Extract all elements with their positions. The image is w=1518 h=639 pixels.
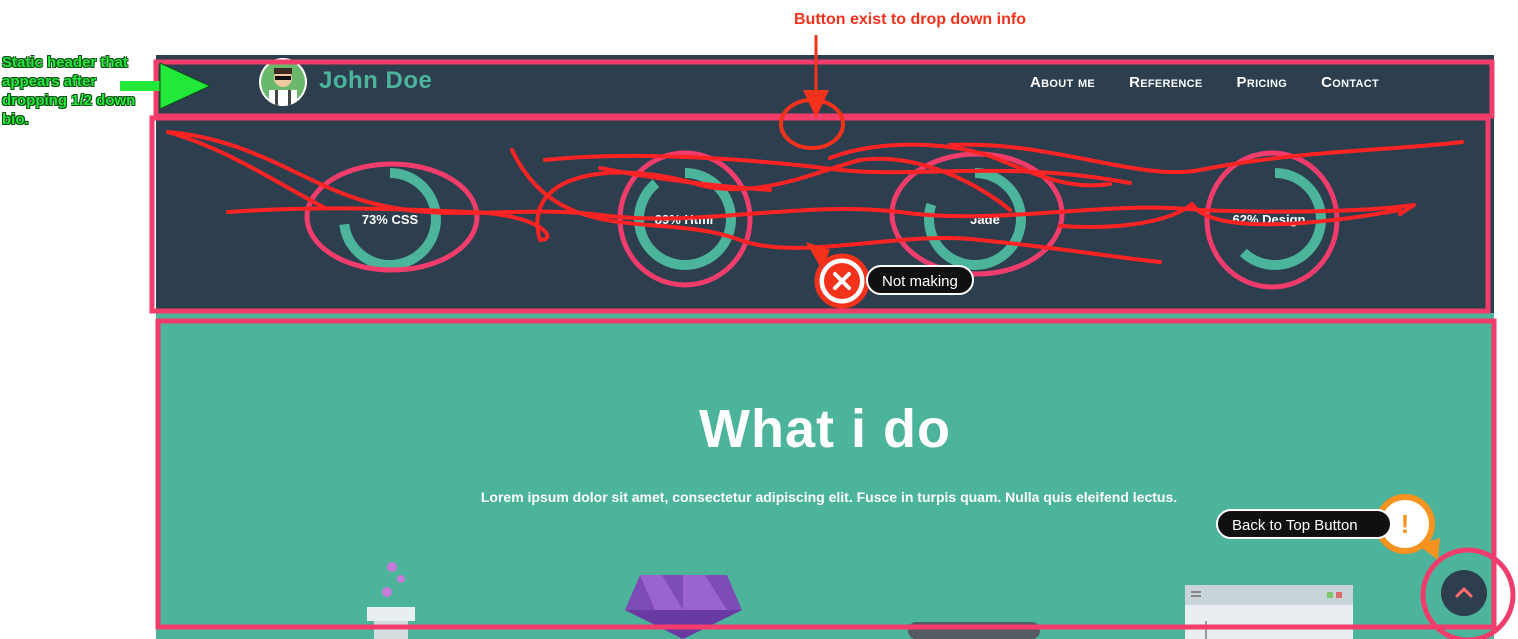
flask-illustration — [367, 562, 415, 639]
section-title: What i do — [699, 399, 951, 459]
skill-label-jade: Jade — [970, 212, 1000, 227]
dropdown-button-note: Button exist to drop down info — [794, 11, 1026, 28]
chevron-up-icon — [1455, 587, 1473, 598]
browser-illustration — [1185, 585, 1353, 639]
main-nav: About me Reference Pricing Contact — [1030, 74, 1379, 91]
laptop-illustration — [908, 622, 1040, 639]
skill-label-design: 62% Design — [1232, 212, 1306, 227]
nav-contact[interactable]: Contact — [1321, 74, 1379, 91]
avatar[interactable] — [259, 58, 307, 106]
static-header-note: Static header that appears after droppin… — [2, 54, 136, 128]
gem-illustration — [625, 575, 742, 639]
nav-reference[interactable]: Reference — [1129, 74, 1202, 91]
skill-label-css: 73% CSS — [361, 212, 419, 227]
back-to-top-label: Back to Top Button — [1216, 509, 1392, 539]
nav-pricing[interactable]: Pricing — [1237, 74, 1288, 91]
back-to-top-button[interactable] — [1441, 570, 1487, 616]
brand-name[interactable]: John Doe — [319, 67, 432, 95]
not-making-label: Not making — [866, 265, 974, 295]
section-description: Lorem ipsum dolor sit amet, consectetur … — [480, 489, 1178, 505]
nav-about-me[interactable]: About me — [1030, 74, 1095, 91]
skill-label-html: 89% Html — [654, 212, 714, 227]
